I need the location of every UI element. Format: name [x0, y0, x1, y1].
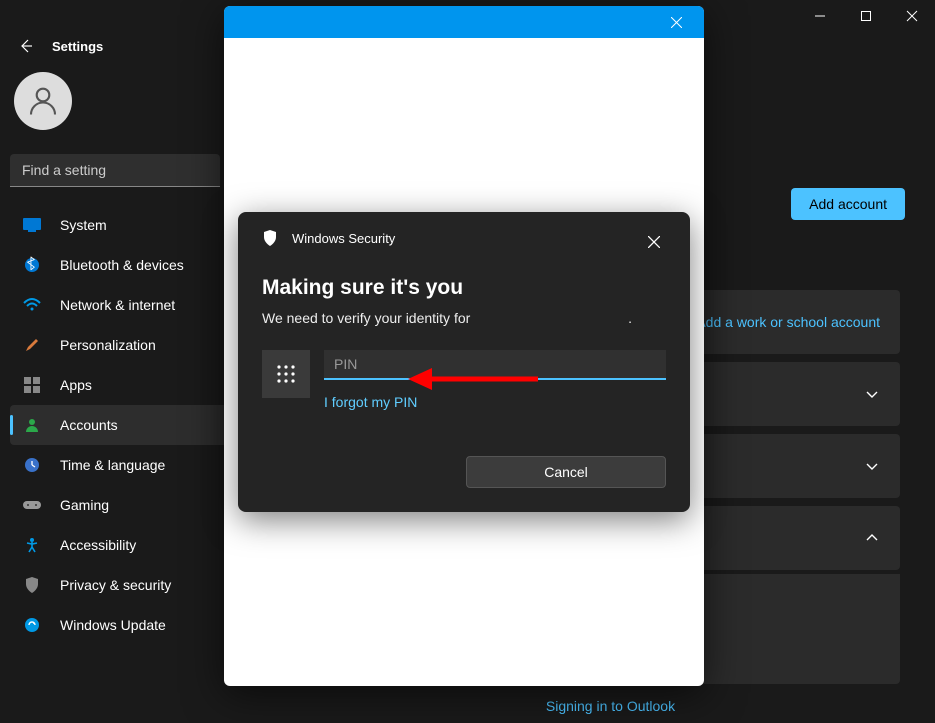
shield-icon — [22, 575, 42, 595]
security-dialog-subtext: We need to verify your identity for . — [262, 310, 666, 326]
accessibility-icon — [22, 535, 42, 555]
pin-column: I forgot my PIN — [324, 350, 666, 410]
nav-label: Bluetooth & devices — [60, 257, 184, 273]
search-input[interactable] — [10, 154, 220, 187]
security-dialog-close-button[interactable] — [638, 226, 670, 258]
security-dialog-title: Windows Security — [292, 231, 395, 246]
close-icon — [671, 17, 682, 28]
back-arrow-icon — [18, 38, 34, 54]
nav-label: Personalization — [60, 337, 156, 353]
chevron-down-icon — [864, 386, 880, 402]
system-icon — [22, 215, 42, 235]
close-icon — [906, 10, 918, 22]
nav-label: Privacy & security — [60, 577, 171, 593]
subtext-tail: . — [628, 310, 632, 326]
cancel-button[interactable]: Cancel — [466, 456, 666, 488]
security-dialog-header: Windows Security — [262, 230, 666, 246]
pin-input[interactable] — [324, 350, 666, 380]
accounts-icon — [22, 415, 42, 435]
minimize-button[interactable] — [797, 0, 843, 32]
windows-security-dialog: Windows Security Making sure it's you We… — [238, 212, 690, 512]
security-dialog-heading: Making sure it's you — [262, 276, 666, 300]
nav-label: Time & language — [60, 457, 165, 473]
keypad-icon — [262, 350, 310, 398]
signing-outlook-link[interactable]: Signing in to Outlook — [310, 698, 911, 714]
brush-icon — [22, 335, 42, 355]
modal-close-button[interactable] — [656, 8, 696, 36]
work-school-link[interactable]: Add a work or school account — [696, 314, 880, 330]
page-title: Settings — [52, 39, 103, 54]
add-account-button[interactable]: Add account — [791, 188, 905, 220]
bluetooth-icon — [22, 255, 42, 275]
apps-icon — [22, 375, 42, 395]
nav-label: Apps — [60, 377, 92, 393]
maximize-button[interactable] — [843, 0, 889, 32]
close-icon — [648, 236, 660, 248]
close-button[interactable] — [889, 0, 935, 32]
modal-titlebar — [224, 6, 704, 38]
nav-label: Network & internet — [60, 297, 175, 313]
wifi-icon — [22, 295, 42, 315]
nav-label: System — [60, 217, 107, 233]
pin-entry-row: I forgot my PIN — [262, 350, 666, 410]
chevron-down-icon — [864, 458, 880, 474]
back-button[interactable] — [14, 34, 38, 58]
nav-label: Gaming — [60, 497, 109, 513]
shield-icon — [262, 230, 278, 246]
update-icon — [22, 615, 42, 635]
subtext-lead: We need to verify your identity for — [262, 310, 470, 326]
window-controls — [797, 0, 935, 32]
nav-label: Accounts — [60, 417, 118, 433]
gaming-icon — [22, 495, 42, 515]
minimize-icon — [814, 10, 826, 22]
nav-label: Windows Update — [60, 617, 166, 633]
user-avatar[interactable] — [14, 72, 72, 130]
chevron-up-icon — [864, 530, 880, 546]
forgot-pin-link[interactable]: I forgot my PIN — [324, 394, 666, 410]
maximize-icon — [860, 10, 872, 22]
clock-icon — [22, 455, 42, 475]
person-icon — [25, 83, 61, 119]
nav-label: Accessibility — [60, 537, 136, 553]
